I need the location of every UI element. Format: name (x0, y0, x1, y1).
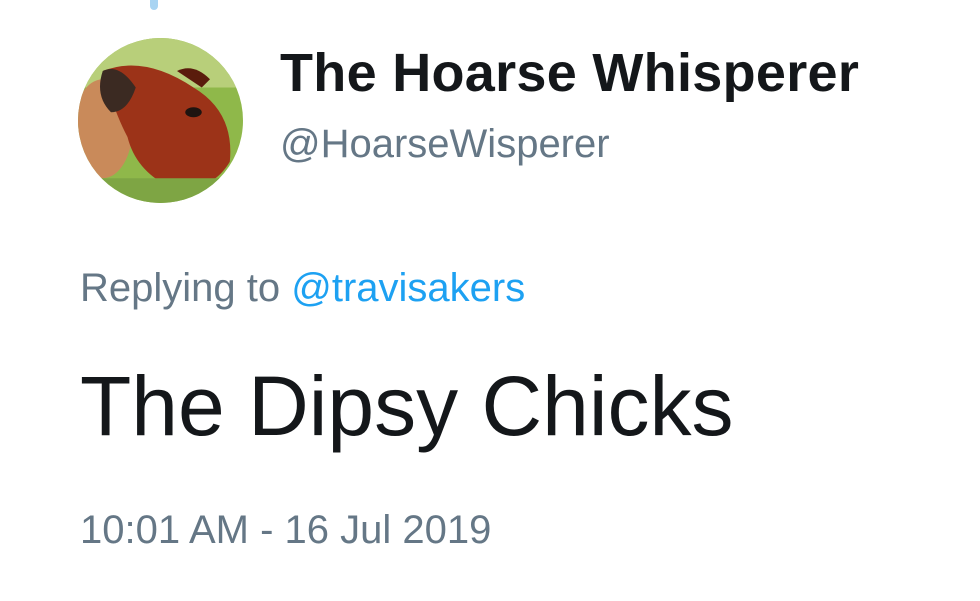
replying-to-prefix: Replying to (80, 266, 281, 310)
replying-to-line: Replying to @travisakers (80, 266, 525, 311)
tweet-timestamp[interactable]: 10:01 AM - 16 Jul 2019 (80, 508, 491, 553)
tweet-text: The Dipsy Chicks (80, 359, 734, 453)
user-handle[interactable]: @HoarseWisperer (280, 122, 610, 167)
thread-connector-line (150, 0, 158, 10)
avatar[interactable] (78, 38, 243, 203)
tweet-card: The Hoarse Whisperer @HoarseWisperer Rep… (0, 0, 980, 601)
replying-to-mention-link[interactable]: @travisakers (291, 266, 525, 310)
display-name[interactable]: The Hoarse Whisperer (280, 42, 859, 104)
horse-avatar-icon (78, 38, 243, 203)
